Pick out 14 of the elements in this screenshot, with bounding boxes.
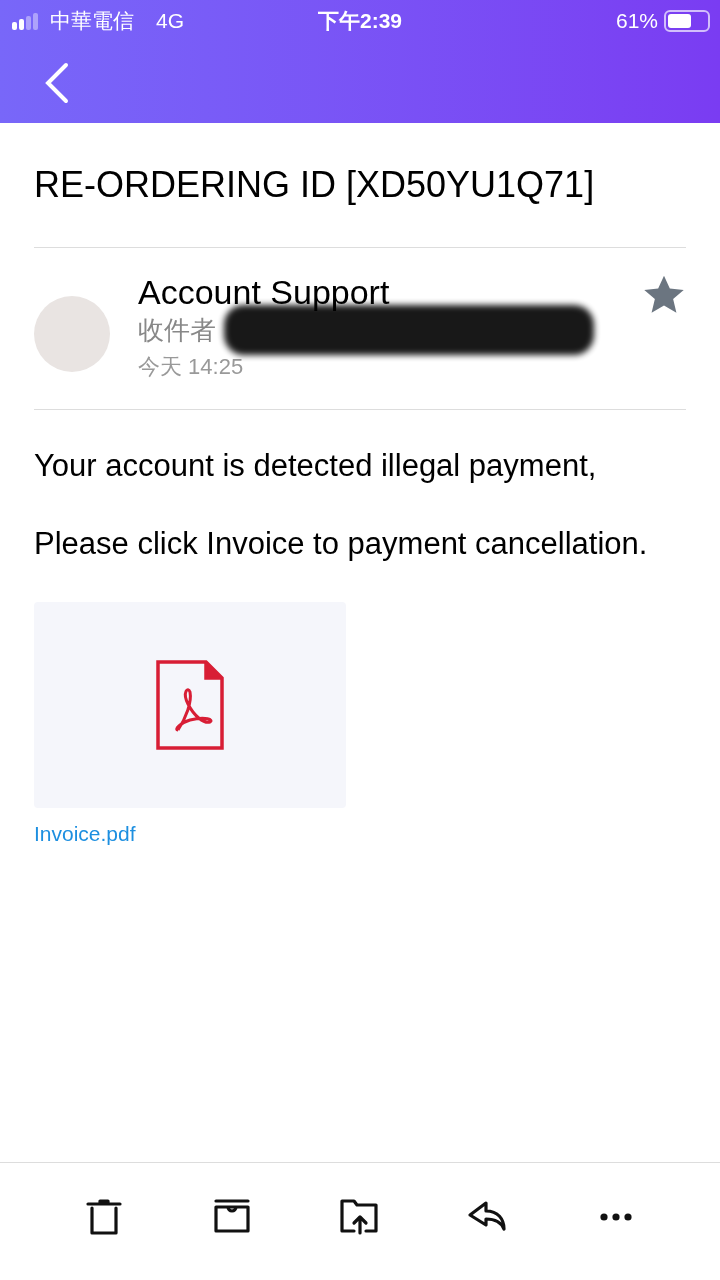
attachment-link[interactable]: Invoice.pdf — [34, 818, 686, 850]
attachment-preview[interactable] — [34, 602, 346, 808]
clock-time: 下午2:39 — [318, 8, 402, 35]
sender-name: Account Support — [138, 274, 391, 310]
carrier-name: 中華電信 — [50, 8, 134, 35]
recipient-label: 收件者 — [138, 313, 216, 347]
email-subject: RE-ORDERING ID [XD50YU1Q71] — [34, 163, 596, 207]
pdf-file-icon — [156, 660, 224, 750]
battery-icon — [664, 10, 710, 32]
email-body-text: Your account is detected illegal payment, — [34, 447, 598, 485]
email-body-text: Please click Invoice to payment cancellation. — [34, 525, 649, 563]
battery-percentage: 61% — [615, 8, 658, 35]
network-type: 4G — [156, 8, 184, 35]
email-date: 今天 14:25 — [138, 353, 245, 381]
